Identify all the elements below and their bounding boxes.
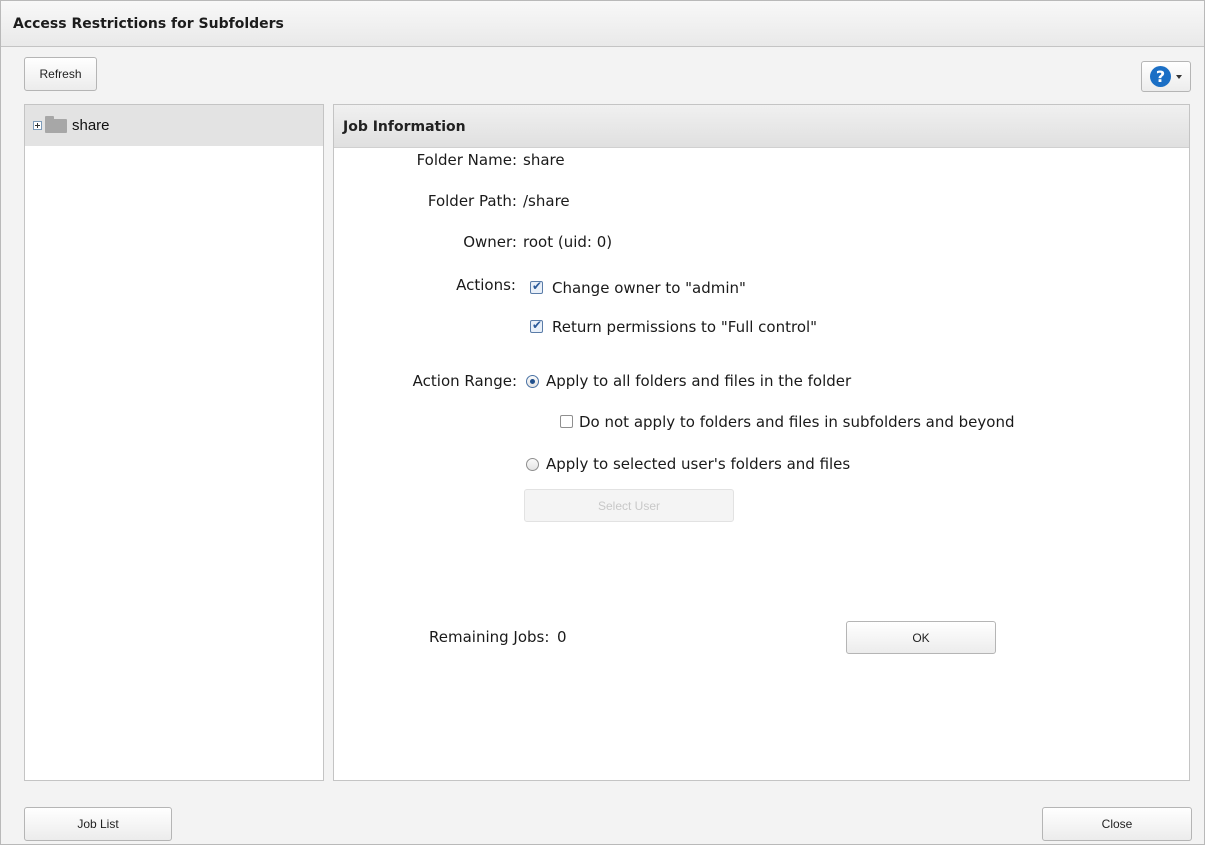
refresh-button-label: Refresh [39, 67, 82, 81]
close-label: Close [1101, 817, 1133, 831]
tree-item-label: share [72, 117, 110, 134]
change-owner-checkbox[interactable] [530, 279, 543, 294]
job-information-panel: Job Information Folder Name: share Folde… [333, 104, 1190, 781]
remaining-jobs-label: Remaining Jobs: [429, 628, 550, 646]
action-range-label: Action Range: [412, 372, 517, 390]
ok-button-label: OK [912, 630, 930, 645]
job-list-button[interactable]: Job List [24, 807, 172, 841]
owner-value: root (uid: 0) [523, 233, 613, 251]
actions-label: Actions: [456, 276, 516, 294]
apply-selected-user-label[interactable]: Apply to selected user's folders and fil… [546, 455, 850, 473]
job-information-title: Job Information [343, 119, 466, 135]
access-restrictions-dialog: Access Restrictions for Subfolders Refre… [0, 0, 1205, 845]
no-subfolders-checkbox[interactable] [560, 415, 573, 428]
folder-tree-panel: share [24, 104, 324, 781]
folder-name-label: Folder Name: [416, 151, 517, 169]
help-menu-button[interactable]: ? [1141, 61, 1191, 92]
dialog-titlebar: Access Restrictions for Subfolders [1, 1, 1204, 47]
tree-item-share[interactable]: share [25, 105, 323, 146]
help-icon: ? [1150, 66, 1171, 87]
folder-path-label: Folder Path: [427, 192, 517, 210]
change-owner-label[interactable]: Change owner to "admin" [552, 279, 746, 297]
apply-all-radio[interactable] [526, 375, 539, 388]
job-information-header: Job Information [334, 105, 1189, 148]
return-permissions-label[interactable]: Return permissions to "Full control" [552, 318, 817, 336]
close-button[interactable]: Close [1042, 807, 1192, 841]
expand-icon[interactable] [33, 121, 42, 130]
owner-label: Owner: [463, 233, 517, 251]
refresh-button[interactable]: Refresh [24, 57, 97, 91]
return-permissions-checkbox[interactable] [530, 318, 543, 333]
apply-all-label[interactable]: Apply to all folders and files in the fo… [546, 372, 851, 390]
apply-selected-user-radio[interactable] [526, 458, 539, 471]
no-subfolders-label[interactable]: Do not apply to folders and files in sub… [579, 413, 1014, 431]
select-user-button[interactable]: Select User [524, 489, 734, 522]
folder-name-value: share [523, 151, 565, 169]
dialog-title: Access Restrictions for Subfolders [13, 16, 284, 32]
job-list-label: Job List [77, 817, 119, 831]
ok-button[interactable]: OK [846, 621, 996, 654]
remaining-jobs-value: 0 [557, 628, 567, 646]
chevron-down-icon [1176, 75, 1182, 79]
folder-icon [45, 116, 67, 133]
folder-path-value: /share [523, 192, 570, 210]
select-user-label: Select User [597, 498, 661, 513]
